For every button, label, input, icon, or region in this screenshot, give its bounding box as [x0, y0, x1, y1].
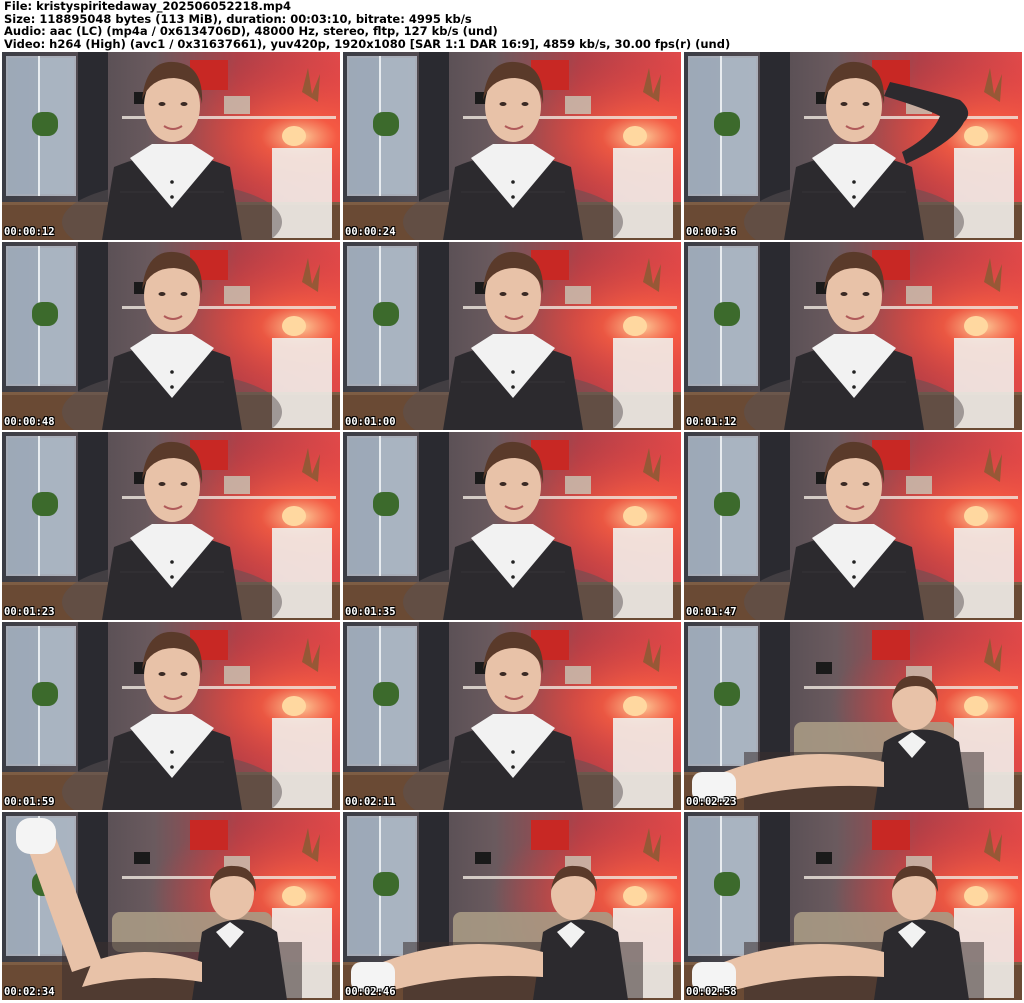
video-frame-image — [2, 432, 340, 620]
timestamp-label: 00:02:58 — [686, 986, 737, 998]
video-thumbnail: 00:00:24 — [343, 52, 681, 240]
timestamp-label: 00:02:23 — [686, 796, 737, 808]
timestamp-label: 00:01:35 — [345, 606, 396, 618]
timestamp-label: 00:02:46 — [345, 986, 396, 998]
video-thumbnail: 00:01:12 — [684, 242, 1022, 430]
timestamp-label: 00:01:47 — [686, 606, 737, 618]
video-frame-image — [343, 812, 681, 1000]
video-frame-image — [684, 52, 1022, 240]
video-frame-image — [343, 622, 681, 810]
video-thumbnail: 00:00:48 — [2, 242, 340, 430]
video-thumbnail: 00:00:12 — [2, 52, 340, 240]
audio-info-line: Audio: aac (LC) (mp4a / 0x6134706D), 480… — [4, 24, 498, 38]
video-thumbnail: 00:01:35 — [343, 432, 681, 620]
video-info-line: Video: h264 (High) (avc1 / 0x31637661), … — [4, 36, 731, 51]
video-frame-image — [2, 812, 340, 1000]
timestamp-label: 00:00:24 — [345, 226, 396, 238]
video-frame-image — [2, 52, 340, 240]
video-frame-image — [684, 622, 1022, 810]
video-thumbnail: 00:01:23 — [2, 432, 340, 620]
timestamp-label: 00:01:12 — [686, 416, 737, 428]
timestamp-label: 00:00:12 — [4, 226, 55, 238]
timestamp-label: 00:01:23 — [4, 606, 55, 618]
timestamp-label: 00:00:48 — [4, 416, 55, 428]
timestamp-label: 00:00:36 — [686, 226, 737, 238]
timestamp-label: 00:01:59 — [4, 796, 55, 808]
video-frame-image — [343, 242, 681, 430]
timestamp-label: 00:01:00 — [345, 416, 396, 428]
video-frame-image — [684, 242, 1022, 430]
video-frame-image — [2, 242, 340, 430]
timestamp-label: 00:02:11 — [345, 796, 396, 808]
video-thumbnail: 00:00:36 — [684, 52, 1022, 240]
video-thumbnail: 00:02:46 — [343, 812, 681, 1000]
video-thumbnail: 00:02:23 — [684, 622, 1022, 810]
video-thumbnail: 00:02:34 — [2, 812, 340, 1000]
video-thumbnail: 00:01:00 — [343, 242, 681, 430]
video-thumbnail: 00:02:11 — [343, 622, 681, 810]
video-frame-image — [684, 812, 1022, 1000]
video-frame-image — [343, 52, 681, 240]
video-thumbnail: 00:02:58 — [684, 812, 1022, 1000]
file-info-header: File: kristyspiritedaway_202506052218.mp… — [4, 0, 1020, 52]
video-frame-image — [684, 432, 1022, 620]
timestamp-label: 00:02:34 — [4, 986, 55, 998]
video-thumbnail: 00:01:47 — [684, 432, 1022, 620]
video-frame-image — [343, 432, 681, 620]
thumbnail-grid: 00:00:12 00:00:24 00:00:36 00:00:48 00:0… — [2, 52, 1022, 1001]
file-name-line: File: kristyspiritedaway_202506052218.mp… — [4, 0, 292, 13]
video-frame-image — [2, 622, 340, 810]
video-thumbnail: 00:01:59 — [2, 622, 340, 810]
